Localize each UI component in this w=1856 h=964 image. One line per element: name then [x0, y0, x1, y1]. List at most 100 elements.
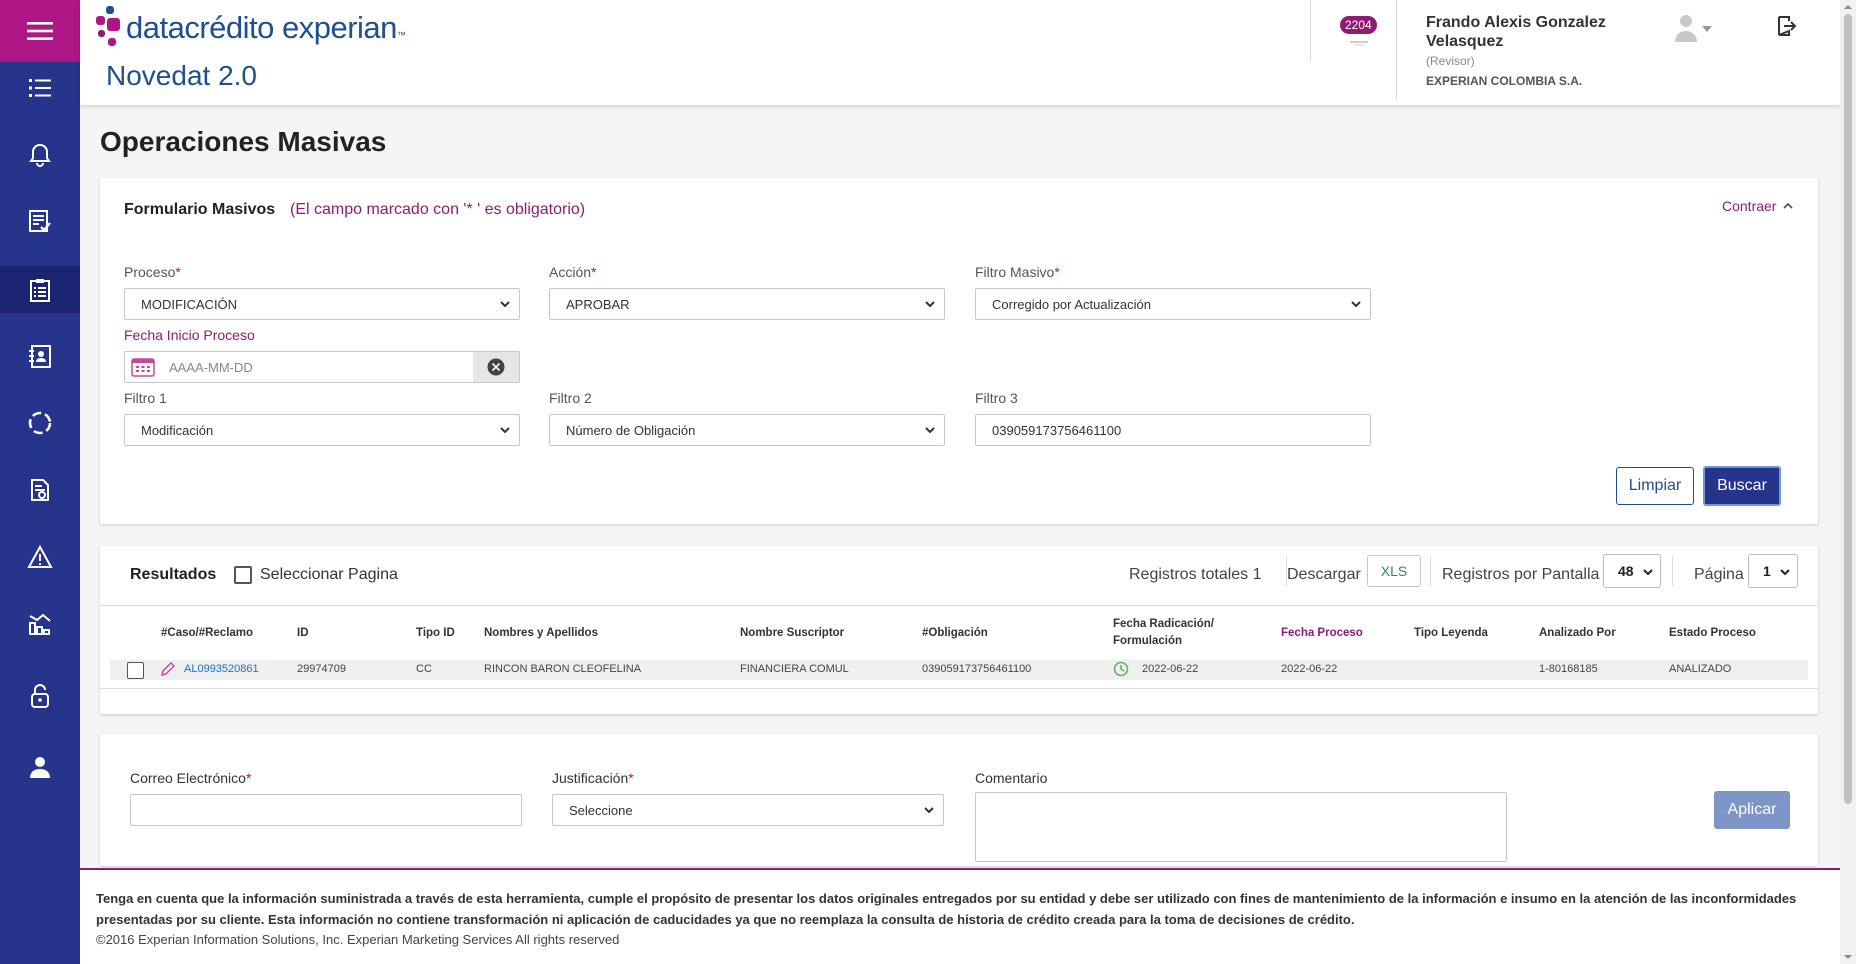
cell-fecha-proceso: 2022-06-22 — [1281, 663, 1338, 675]
sidebar-item-security[interactable] — [0, 673, 80, 719]
col-tipo-id: Tipo ID — [416, 627, 455, 639]
results-title: Resultados — [130, 566, 217, 583]
user-name: Frando Alexis Gonzalez Velasquez — [1426, 14, 1606, 50]
scroll-down-icon[interactable] — [1844, 953, 1852, 961]
cell-tipo-id: CC — [416, 663, 432, 675]
resultados-card: Resultados Seleccionar Pagina Registros … — [100, 546, 1818, 714]
footer: Tenga en cuenta que la información sumin… — [80, 868, 1840, 964]
pencil-icon[interactable] — [160, 661, 176, 677]
col-suscriptor: Nombre Suscriptor — [740, 627, 845, 639]
download-label: Descargar — [1287, 566, 1361, 583]
chevron-up-icon — [1783, 202, 1794, 209]
sidebar-item-user[interactable] — [0, 744, 80, 790]
col-analizado-por: Analizado Por — [1539, 627, 1616, 639]
unlock-icon — [31, 684, 49, 708]
email-label: Correo Electrónico* — [130, 770, 252, 786]
buscar-button[interactable]: Buscar — [1703, 466, 1781, 506]
col-tipo-leyenda: Tipo Leyenda — [1414, 627, 1488, 639]
limpiar-button[interactable]: Limpiar — [1616, 467, 1694, 505]
email-field[interactable] — [130, 794, 522, 826]
per-page-select[interactable]: 48 — [1603, 554, 1661, 588]
col-nombres: Nombres y Apellidos — [484, 627, 598, 639]
accion-select[interactable]: APROBAR — [549, 288, 945, 320]
notifications-button[interactable]: 2204 — [1336, 16, 1382, 46]
fecha-placeholder: AAAA-MM-DD — [169, 359, 253, 375]
warning-icon — [27, 544, 53, 568]
collapse-label: Contraer — [1722, 198, 1777, 214]
filtro1-select[interactable]: Modificación — [124, 414, 520, 446]
formulario-masivos-card: Formulario Masivos (El campo marcado con… — [100, 178, 1818, 524]
select-page-label: Seleccionar Pagina — [260, 566, 398, 583]
aplicar-button[interactable]: Aplicar — [1714, 791, 1790, 829]
header-divider — [1396, 0, 1397, 100]
logout-icon — [1778, 16, 1797, 36]
col-id: ID — [297, 627, 309, 639]
col-caso: #Caso/#Reclamo — [161, 627, 254, 639]
sidebar-item-documents[interactable] — [0, 467, 80, 513]
cell-fecha-radicacion: 2022-06-22 — [1142, 663, 1199, 675]
hamburger-menu-button[interactable] — [0, 0, 80, 62]
filtro-masivo-label: Filtro Masivo* — [975, 264, 1060, 280]
list-icon — [29, 79, 51, 97]
sidebar-item-reports[interactable] — [0, 601, 80, 647]
top-header: datacrédito experian™ Novedat 2.0 2204 F… — [80, 0, 1840, 105]
filtro1-label: Filtro 1 — [124, 390, 167, 406]
justificacion-select[interactable]: Seleccione — [552, 794, 944, 826]
sidebar-item-contacts[interactable] — [0, 333, 80, 379]
sidebar-item-clipboard[interactable] — [0, 266, 80, 313]
filtro2-select[interactable]: Número de Obligación — [549, 414, 945, 446]
document-search-icon — [31, 479, 49, 501]
filtro-masivo-select[interactable]: Corregido por Actualización — [975, 288, 1371, 320]
col-fecha-proceso[interactable]: Fecha Proceso — [1281, 625, 1363, 642]
contacts-book-icon — [29, 345, 51, 368]
footer-disclaimer: Tenga en cuenta que la información sumin… — [96, 891, 1797, 927]
accion-label: Acción* — [549, 264, 597, 280]
refresh-circle-icon — [28, 411, 52, 435]
page-select[interactable]: 1 — [1748, 554, 1798, 588]
scrollbar-thumb[interactable] — [1844, 14, 1852, 804]
required-note: (El campo marcado con '* ' es obligatori… — [290, 201, 586, 218]
proceso-label: Proceso* — [124, 264, 181, 280]
datacredito-logo[interactable]: datacrédito experian™ — [94, 2, 406, 54]
close-circle-icon — [487, 358, 505, 376]
table-divider — [100, 605, 1818, 606]
header-divider — [1310, 0, 1311, 62]
select-page-checkbox[interactable] — [234, 566, 252, 584]
row-checkbox[interactable] — [127, 662, 144, 679]
sidebar-item-checklist[interactable] — [0, 198, 80, 244]
cell-obligacion: 039059173756461100 — [922, 663, 1032, 675]
scroll-up-icon[interactable] — [1844, 3, 1852, 11]
sidebar-item-list[interactable] — [0, 65, 80, 111]
collapse-button[interactable]: Contraer — [1722, 198, 1794, 214]
sidebar-item-alerts[interactable] — [0, 534, 80, 580]
logo-dots-icon — [94, 4, 122, 52]
page-scrollbar[interactable] — [1840, 0, 1856, 964]
sidebar-item-notifications[interactable] — [0, 132, 80, 178]
col-fecha-radicacion: Fecha Radicación/Formulación — [1113, 618, 1214, 647]
table-bottom-divider — [100, 688, 1818, 689]
chevron-down-icon — [500, 427, 510, 434]
divider — [1430, 556, 1431, 586]
chevron-down-icon — [1780, 569, 1790, 576]
chevron-down-icon — [925, 427, 935, 434]
footer-copyright: ©2016 Experian Information Solutions, In… — [96, 932, 620, 947]
cell-caso-link[interactable]: AL0993520861 — [184, 663, 259, 675]
form-title: Formulario Masivos — [124, 201, 276, 218]
calendar-icon[interactable] — [131, 357, 155, 377]
filtro3-input[interactable]: 039059173756461100 — [975, 414, 1371, 446]
user-company: EXPERIAN COLOMBIA S.A. — [1426, 74, 1583, 88]
chart-report-icon — [29, 613, 51, 635]
comentario-label: Comentario — [975, 770, 1048, 786]
logout-button[interactable] — [1774, 14, 1798, 38]
comentario-textarea[interactable] — [975, 792, 1507, 862]
fecha-inicio-input[interactable]: AAAA-MM-DD — [124, 351, 520, 383]
user-menu-button[interactable] — [1672, 12, 1718, 42]
fecha-inicio-label: Fecha Inicio Proceso — [124, 327, 255, 343]
proceso-select[interactable]: MODIFICACIÓN — [124, 288, 520, 320]
xls-download-button[interactable]: XLS — [1367, 555, 1421, 587]
col-obligacion: #Obligación — [922, 627, 988, 639]
clear-date-button[interactable] — [473, 352, 519, 382]
bell-icon — [29, 143, 51, 167]
page-label: Página — [1694, 566, 1744, 583]
sidebar-item-refresh[interactable] — [0, 400, 80, 446]
